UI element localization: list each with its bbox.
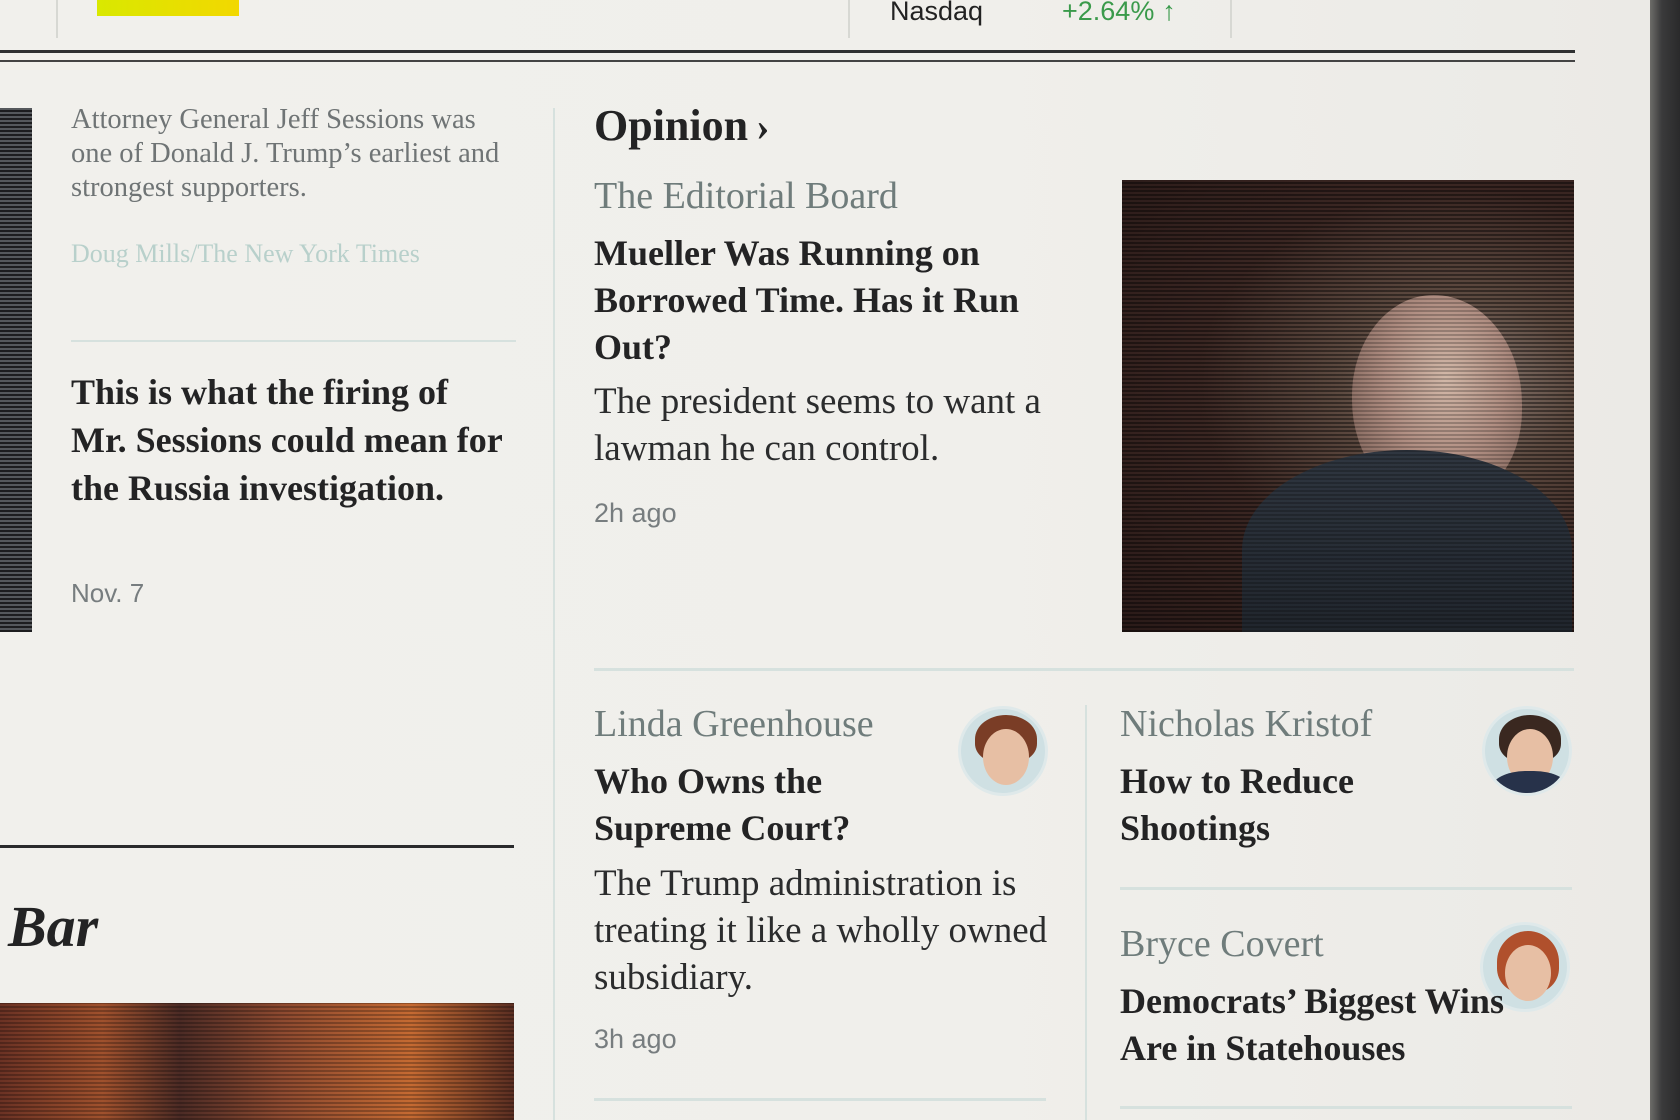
column-headline-link[interactable]: Democrats’ Biggest Wins Are in Statehous…: [1120, 978, 1560, 1072]
columnist-avatar[interactable]: [958, 706, 1048, 796]
opinion-column-divider: [1085, 705, 1087, 1120]
avatar-suit: [1491, 771, 1569, 793]
story-headline-link[interactable]: This is what the firing of Mr. Sessions …: [71, 368, 511, 512]
image-credit: Doug Mills/The New York Times: [71, 239, 420, 268]
column-summary: The Trump administration is treating it …: [594, 863, 1048, 998]
lead-headline-link[interactable]: Mueller Was Running on Borrowed Time. Ha…: [594, 230, 1074, 371]
lead-byline[interactable]: The Editorial Board: [594, 174, 898, 218]
section-title-link[interactable]: Bar: [8, 893, 98, 960]
story-image-cropped[interactable]: [0, 108, 32, 632]
column-divider-bottom: [594, 1098, 1046, 1101]
story-timestamp: Nov. 7: [71, 578, 145, 608]
column-headline-link[interactable]: Who Owns the Supreme Court?: [594, 758, 954, 852]
column-divider: [553, 108, 555, 1120]
masthead-rule-thin: [0, 60, 1575, 62]
lead-summary: The president seems to want a lawman he …: [594, 381, 1041, 469]
story-divider: [71, 340, 516, 342]
topbar-separator: [56, 0, 58, 38]
columnist-byline[interactable]: Bryce Covert: [1120, 922, 1324, 966]
column-divider: [1120, 887, 1572, 890]
section-rule: [0, 845, 514, 848]
column-divider-bottom: [1120, 1106, 1572, 1109]
monitor-bezel: [1650, 0, 1680, 1120]
lead-story-photo[interactable]: [1122, 180, 1574, 632]
market-index-change[interactable]: +2.64% ↑: [1062, 0, 1176, 27]
column-headline-link[interactable]: How to Reduce Shootings: [1120, 758, 1480, 852]
markets-bar: Nasdaq +2.64% ↑: [0, 0, 1575, 50]
column-timestamp: 3h ago: [594, 1024, 677, 1054]
opinion-section-label: Opinion: [594, 101, 749, 150]
image-caption: Attorney General Jeff Sessions was one o…: [71, 104, 500, 203]
masthead-rule: [0, 50, 1575, 53]
arrow-up-icon: ↑: [1162, 0, 1176, 26]
lead-timestamp: 2h ago: [594, 498, 677, 528]
topbar-separator: [1230, 0, 1232, 38]
opinion-divider: [594, 668, 1574, 671]
avatar-face: [983, 729, 1029, 785]
chevron-right-icon: ›: [756, 104, 770, 149]
browser-viewport: Nasdaq +2.64% ↑ Attorney General Jeff Ses…: [0, 0, 1650, 1120]
columnist-byline[interactable]: Linda Greenhouse: [594, 702, 874, 746]
columnist-byline[interactable]: Nicholas Kristof: [1120, 702, 1372, 746]
section-story-image[interactable]: [0, 1003, 514, 1120]
market-change-value: +2.64%: [1062, 0, 1155, 26]
topbar-separator: [848, 0, 850, 38]
market-index-name[interactable]: Nasdaq: [890, 0, 983, 27]
opinion-section-link[interactable]: Opinion ›: [594, 100, 769, 151]
ad-banner-strip[interactable]: [97, 0, 239, 16]
columnist-avatar[interactable]: [1482, 706, 1572, 796]
photo-scanlines: [1122, 180, 1574, 632]
